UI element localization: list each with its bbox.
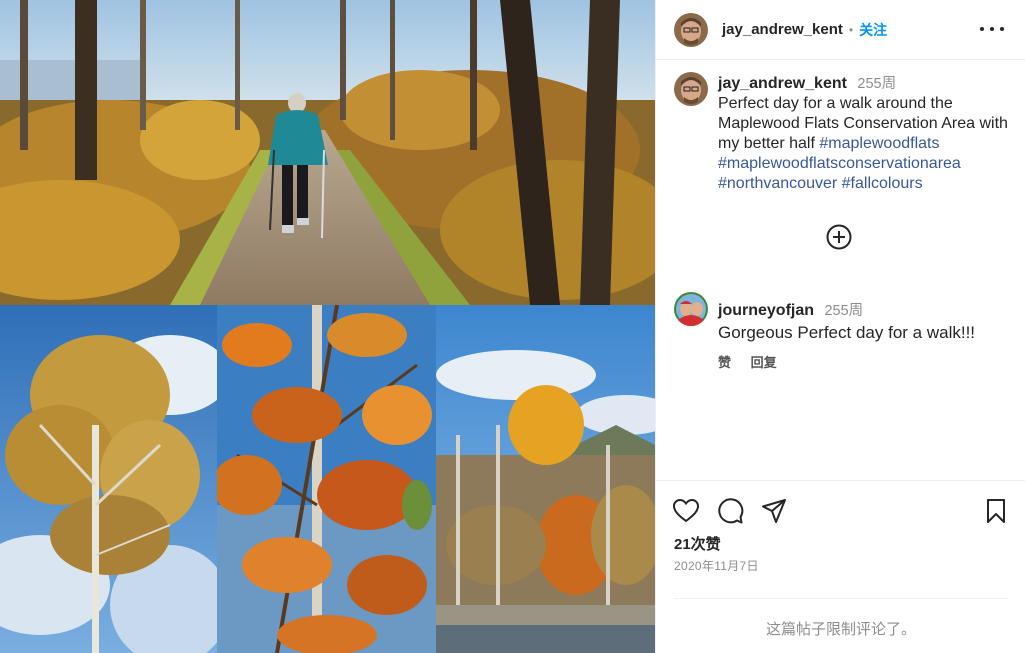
header-separator: • xyxy=(848,22,854,37)
comments-closed-notice: 这篇帖子限制评论了。 xyxy=(674,598,1008,639)
reply-button[interactable]: 回复 xyxy=(751,355,777,370)
comment-icon[interactable] xyxy=(716,497,744,525)
photo-yellow-tree-shore xyxy=(436,305,655,653)
heart-icon[interactable] xyxy=(672,497,700,525)
author-username[interactable]: jay_andrew_kent xyxy=(722,21,843,38)
share-icon[interactable] xyxy=(760,497,788,525)
photo-forest-trail xyxy=(0,0,655,305)
reply-time[interactable]: 255周 xyxy=(824,303,863,319)
like-count[interactable]: 21次赞 xyxy=(674,533,721,554)
post-header: jay_andrew_kent • 关注 xyxy=(656,0,1025,60)
like-comment-button[interactable]: 赞 xyxy=(718,355,731,370)
hashtag-link[interactable]: #maplewoodflats xyxy=(819,135,939,152)
caption-comment: jay_andrew_kent 255周 Perfect day for a w… xyxy=(674,60,1013,194)
caption-avatar[interactable] xyxy=(674,72,708,106)
commenter-username[interactable]: journeyofjan xyxy=(718,302,814,319)
reply-text-block: journeyofjan 255周 Gorgeous Perfect day f… xyxy=(718,301,1013,373)
comments-area: jay_andrew_kent 255周 Perfect day for a w… xyxy=(656,60,1025,480)
reply-actions: 赞 回复 xyxy=(718,353,1013,373)
caption-username[interactable]: jay_andrew_kent xyxy=(718,75,847,92)
photo-orange-leaves xyxy=(217,305,436,653)
bookmark-icon[interactable] xyxy=(982,497,1010,525)
photo-birch-sky xyxy=(0,305,217,653)
reply-comment: journeyofjan 255周 Gorgeous Perfect day f… xyxy=(674,280,1013,373)
hashtag-link[interactable]: #northvancouver xyxy=(718,175,837,192)
caption-time[interactable]: 255周 xyxy=(857,76,896,92)
commenter-avatar[interactable] xyxy=(674,292,708,326)
follow-button[interactable]: 关注 xyxy=(859,20,887,40)
hashtag-link[interactable]: #fallcolours xyxy=(842,175,923,192)
action-bar xyxy=(672,497,1012,525)
author-avatar[interactable] xyxy=(674,12,708,47)
post-media-collage[interactable] xyxy=(0,0,655,653)
caption-text-block: jay_andrew_kent 255周 Perfect day for a w… xyxy=(718,74,1013,194)
plus-circle-icon[interactable] xyxy=(825,223,853,251)
post-side-panel: jay_andrew_kent • 关注 jay_andrew_kent 255… xyxy=(655,0,1025,653)
reply-text: Gorgeous Perfect day for a walk!!! xyxy=(718,323,976,342)
hashtag-link[interactable]: #maplewoodflatsconservationarea xyxy=(718,155,961,172)
more-horizontal-icon[interactable] xyxy=(980,19,1004,39)
post-actions: 21次赞 2020年11月7日 xyxy=(656,480,1025,592)
post-date[interactable]: 2020年11月7日 xyxy=(674,557,759,574)
